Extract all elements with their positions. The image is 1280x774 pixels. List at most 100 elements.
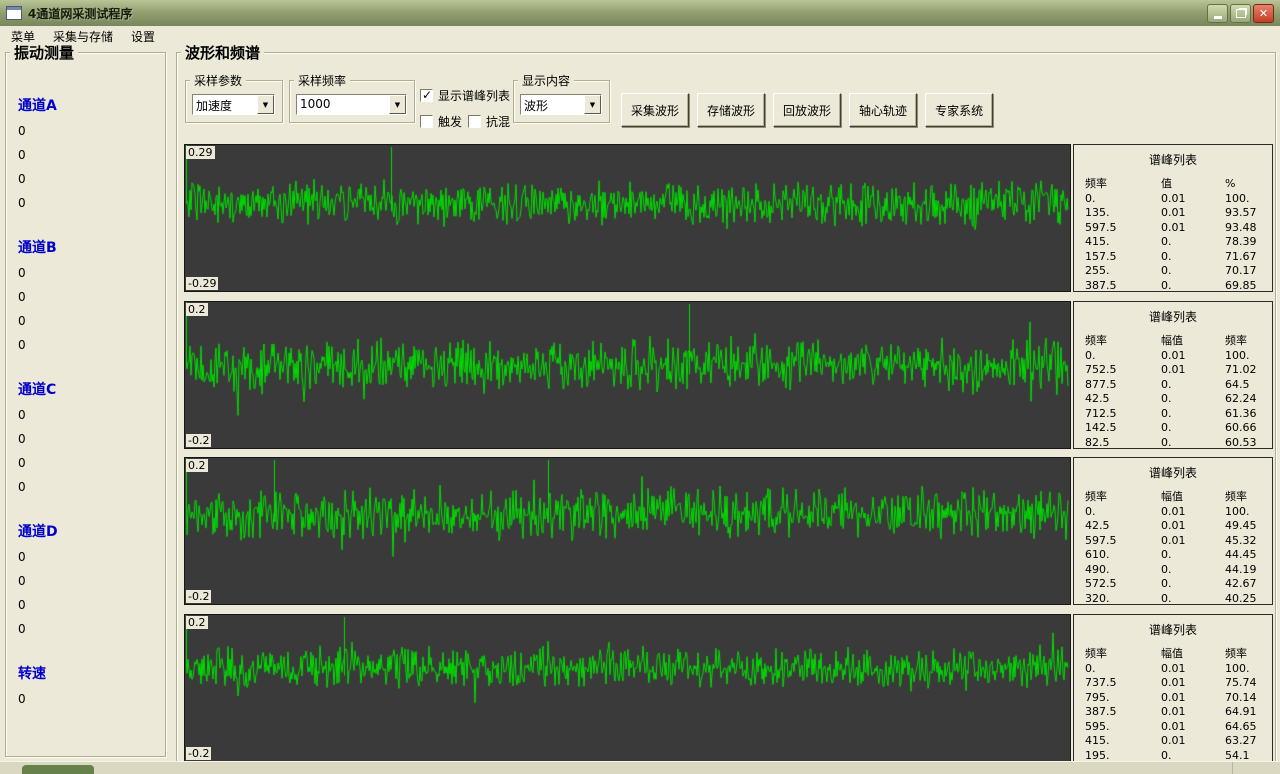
peak-cell: 60.53 xyxy=(1225,435,1257,449)
channel-value: 0 xyxy=(18,622,26,636)
peak-cell: 157.5 xyxy=(1085,249,1117,263)
display-content-label: 显示内容 xyxy=(518,72,575,89)
peak-cell: 71.67 xyxy=(1225,249,1257,263)
peak-cell: 195. xyxy=(1085,748,1110,762)
restore-button[interactable] xyxy=(1230,3,1251,23)
display-content-group: 显示内容 波形 ▼ xyxy=(513,72,610,123)
display-content-combobox[interactable]: 波形 ▼ xyxy=(520,94,602,115)
peak-cell: 0.01 xyxy=(1161,206,1186,219)
y-min-label: -0.2 xyxy=(186,590,212,603)
peak-cell: 70.14 xyxy=(1225,690,1257,704)
peak-cell: 49.45 xyxy=(1225,519,1257,532)
taskbar-seam xyxy=(1232,762,1233,774)
peak-cell: 0.01 xyxy=(1161,533,1186,547)
show-peak-list-label: 显示谱峰列表 xyxy=(438,89,511,103)
peak-cell: 44.45 xyxy=(1225,548,1257,561)
peak-column-header: 频率 xyxy=(1085,490,1107,503)
checkbox-icon: ✓ xyxy=(468,115,481,128)
peak-cell: 0.01 xyxy=(1161,734,1186,747)
channel-label: 通道B xyxy=(18,240,57,256)
peak-row: 795. 0.01 70.14 xyxy=(1085,691,1272,706)
peak-cell: 142.5 xyxy=(1085,421,1117,434)
waveform-canvas xyxy=(185,615,1070,761)
peak-cell: 415. xyxy=(1085,734,1110,747)
peak-list-title: 谱峰列表 xyxy=(1148,623,1197,637)
minimize-button[interactable] xyxy=(1207,3,1228,23)
peak-list-panel: 谱峰列表 频率 幅值 频率 0. 0.01 100. 737.5 0.01 75.74 795. 0.… xyxy=(1073,614,1273,762)
peak-cell: 135. xyxy=(1085,206,1110,219)
store-waveform-button[interactable]: 存储波形 xyxy=(697,93,766,127)
peak-list-table: 频率 幅值 频率 0. 0.01 100. 737.5 0.01 75.74 795. 0.01 70… xyxy=(1085,647,1272,762)
y-max-label: 0.2 xyxy=(186,303,208,316)
channel-value: 0 xyxy=(18,124,26,138)
waveform-canvas xyxy=(185,302,1070,448)
peak-row: 595. 0.01 64.65 xyxy=(1085,720,1272,735)
shaft-orbit-button[interactable]: 轴心轨迹 xyxy=(849,93,918,127)
window-title: 4通道网采测试程序 xyxy=(28,6,133,21)
expert-system-button[interactable]: 专家系统 xyxy=(925,93,994,127)
peak-column-header: % xyxy=(1225,177,1236,190)
vibration-measure-title: 振动测量 xyxy=(10,42,79,63)
peak-list-panel: 谱峰列表 频率 幅值 频率 0. 0.01 100. 42.5 0.01 49.45 597.5 0.… xyxy=(1073,457,1273,605)
taskbar-start-stub[interactable] xyxy=(22,765,94,774)
close-button[interactable]: ✕ xyxy=(1253,3,1274,23)
peak-cell: 100. xyxy=(1225,348,1250,362)
peak-cell: 0.01 xyxy=(1161,519,1186,532)
y-min-label: -0.2 xyxy=(186,747,212,760)
peak-cell: 737.5 xyxy=(1085,676,1117,689)
peak-row: 737.5 0.01 75.74 xyxy=(1085,676,1272,691)
peak-cell: 0.01 xyxy=(1161,676,1186,689)
show-peak-list-checkbox[interactable]: ✓ 显示谱峰列表 xyxy=(420,87,510,104)
peak-row: 415. 0. 78.39 xyxy=(1085,235,1272,250)
sample-rate-value: 1000 xyxy=(300,97,331,111)
trigger-checkbox[interactable]: ✓ 触发 xyxy=(420,113,462,130)
chevron-down-icon[interactable]: ▼ xyxy=(389,95,406,114)
menu-item-2[interactable]: 设置 xyxy=(122,26,164,47)
chevron-down-icon[interactable]: ▼ xyxy=(584,95,601,114)
peak-cell: 0.01 xyxy=(1161,504,1186,518)
sample-param-combobox[interactable]: 加速度 ▼ xyxy=(192,94,275,115)
acquire-waveform-button[interactable]: 采集波形 xyxy=(621,93,690,127)
peak-row: 752.5 0.01 71.02 xyxy=(1085,363,1272,378)
peak-list-panel: 谱峰列表 频率值% 0. 0.01 100. 135. 0.01 93.57 597.5 0.01… xyxy=(1073,144,1273,292)
peak-row: 610. 0. 44.45 xyxy=(1085,548,1272,563)
waveform-panel: 0.2 -0.2 xyxy=(184,301,1071,449)
peak-cell: 387.5 xyxy=(1085,278,1117,292)
peak-row: 82.5 0. 60.53 xyxy=(1085,435,1272,449)
peak-cell: 42.67 xyxy=(1225,577,1257,590)
peak-cell: 100. xyxy=(1225,661,1250,675)
peak-row: 490. 0. 44.19 xyxy=(1085,563,1272,578)
peak-row: 387.5 0.01 64.91 xyxy=(1085,705,1272,720)
peak-cell: 82.5 xyxy=(1085,435,1110,449)
peak-cell: 63.27 xyxy=(1225,734,1257,747)
peak-cell: 0. xyxy=(1161,249,1172,263)
peak-cell: 64.91 xyxy=(1225,705,1257,718)
peak-row: 142.5 0. 60.66 xyxy=(1085,421,1272,436)
peak-row: 195. 0. 54.1 xyxy=(1085,748,1272,762)
chevron-down-icon[interactable]: ▼ xyxy=(257,95,274,114)
sample-rate-combobox[interactable]: 1000 ▼ xyxy=(296,94,407,115)
peak-row: 387.5 0. 69.85 xyxy=(1085,278,1272,292)
channel-value: 0 xyxy=(18,338,26,352)
channel-block: 通道A 0 0 0 0 xyxy=(18,95,165,215)
peak-list-table: 频率 幅值 频率 0. 0.01 100. 752.5 0.01 71.02 877.5 0. 64.… xyxy=(1085,334,1272,449)
peak-row: 877.5 0. 64.5 xyxy=(1085,378,1272,393)
peak-cell: 387.5 xyxy=(1085,705,1117,718)
peak-cell: 752.5 xyxy=(1085,363,1117,376)
peak-cell: 0. xyxy=(1161,278,1172,292)
peak-cell: 0.01 xyxy=(1161,220,1186,234)
peak-cell: 71.02 xyxy=(1225,363,1257,376)
channel-value: 0 xyxy=(18,692,26,706)
channel-value: 0 xyxy=(18,456,26,470)
trigger-label: 触发 xyxy=(438,115,463,129)
peak-cell: 0. xyxy=(1161,235,1172,248)
peak-list-header: 频率 幅值 频率 xyxy=(1085,647,1272,662)
peak-row: 415. 0.01 63.27 xyxy=(1085,734,1272,749)
peak-cell: 0. xyxy=(1161,748,1172,762)
peak-cell: 0.01 xyxy=(1161,705,1186,718)
anti-alias-checkbox[interactable]: ✓ 抗混 xyxy=(468,113,510,130)
peak-cell: 0. xyxy=(1161,577,1172,590)
replay-waveform-button[interactable]: 回放波形 xyxy=(773,93,842,127)
channel-value: 0 xyxy=(18,480,26,494)
peak-cell: 597.5 xyxy=(1085,220,1117,234)
